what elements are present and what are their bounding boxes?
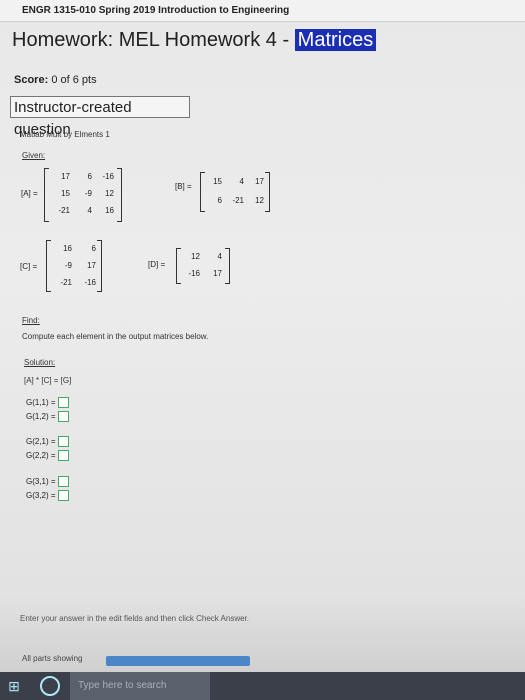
answer-row: G(1,2) =: [26, 411, 69, 422]
windows-logo-icon[interactable]: ⊞: [0, 672, 28, 700]
matrix-c-cell: -21: [60, 278, 72, 287]
answer-row: G(2,1) =: [26, 436, 69, 447]
matrix-d-cell: 12: [191, 252, 200, 261]
answer-input[interactable]: [57, 476, 69, 487]
matrix-d: 12 4 -16 17: [176, 248, 230, 284]
score-value: 0 of 6 pts: [51, 74, 97, 86]
matrix-c-label: [C] =: [20, 262, 38, 271]
progress-fill: [106, 656, 250, 666]
matrix-a-cell: 15: [61, 189, 70, 198]
instruction-text: Enter your answer in the edit fields and…: [20, 614, 250, 623]
matrix-b-cell: 4: [239, 177, 244, 186]
matrix-a-cell: 12: [105, 189, 114, 198]
answer-row: G(1,1) =: [26, 397, 69, 408]
matrix-a-cell: 6: [87, 172, 92, 181]
matrix-b-cell: -21: [232, 196, 244, 205]
solution-label: Solution:: [24, 358, 56, 367]
matrix-d-cell: 17: [213, 269, 222, 278]
matrix-d-cell: -16: [188, 269, 200, 278]
matrix-b-cell: 15: [213, 177, 222, 186]
answer-row: G(3,1) =: [26, 476, 69, 487]
answer-label: G(1,2) =: [26, 412, 56, 421]
matrix-a: 17 6 -16 15 -9 12 -21 4 16: [44, 168, 122, 222]
matrix-d-label: [D] =: [148, 260, 166, 269]
question-type-box: Instructor-created question: [10, 96, 190, 138]
find-label: Find:: [22, 316, 40, 325]
score: Score: 0 of 6 pts: [14, 74, 97, 86]
homework-title-topic: Matrices: [294, 29, 377, 51]
right-bracket-icon: [225, 248, 230, 284]
matrix-d-cell: 4: [217, 252, 222, 261]
homework-title: Homework: MEL Homework 4 - Matrices: [12, 28, 377, 52]
taskbar-search[interactable]: Type here to search: [70, 672, 210, 700]
answer-label: G(2,2) =: [26, 451, 56, 460]
matrix-b: 15 4 17 6 -21 12: [200, 172, 270, 212]
matrix-a-cell: 16: [105, 206, 114, 215]
matrix-c-cell: 16: [63, 244, 72, 253]
matrix-a-cell: 4: [87, 206, 92, 215]
matrix-a-cell: -16: [102, 172, 114, 181]
matrix-c-cell: 17: [87, 261, 96, 270]
homework-page: ENGR 1315-010 Spring 2019 Introduction t…: [0, 0, 525, 700]
answer-input[interactable]: [57, 490, 69, 501]
answer-label: G(2,1) =: [26, 437, 56, 446]
taskbar: ⊞ Type here to search: [0, 672, 525, 700]
matrix-b-cell: 12: [255, 196, 264, 205]
find-text: Compute each element in the output matri…: [22, 332, 209, 341]
parts-label: All parts showing: [22, 654, 83, 663]
answer-input[interactable]: [57, 436, 69, 447]
score-label: Score:: [14, 74, 49, 86]
right-bracket-icon: [97, 240, 102, 292]
matrix-b-cell: 17: [255, 177, 264, 186]
answer-label: G(3,1) =: [26, 477, 56, 486]
answer-row: G(3,2) =: [26, 490, 69, 501]
answer-label: G(1,1) =: [26, 398, 56, 407]
answer-input[interactable]: [57, 450, 69, 461]
matrix-a-cell: 17: [61, 172, 70, 181]
matrix-b-label: [B] =: [175, 182, 192, 191]
answer-input[interactable]: [57, 411, 69, 422]
course-header: ENGR 1315-010 Spring 2019 Introduction t…: [0, 0, 525, 22]
parts-progress-bar: [106, 656, 250, 666]
matrix-a-cell: -9: [84, 189, 92, 198]
matrix-c: 16 6 -9 17 -21 -16: [46, 240, 102, 292]
matrix-c-cell: -16: [84, 278, 96, 287]
matrix-c-cell: -9: [64, 261, 72, 270]
given-label: Given:: [22, 151, 46, 160]
right-bracket-icon: [117, 168, 122, 222]
solution-equation: [A] * [C] = [G]: [24, 376, 72, 385]
homework-title-prefix: Homework: MEL Homework 4 -: [12, 29, 290, 51]
matrix-a-label: [A] =: [21, 189, 38, 198]
right-bracket-icon: [265, 172, 270, 212]
answer-input[interactable]: [57, 397, 69, 408]
problem-name: Matlab Mult by Elments 1: [20, 130, 110, 139]
answer-label: G(3,2) =: [26, 491, 56, 500]
matrix-c-cell: 6: [91, 244, 96, 253]
cortana-circle-icon[interactable]: [40, 676, 60, 696]
matrix-a-cell: -21: [58, 206, 70, 215]
matrix-b-cell: 6: [217, 196, 222, 205]
answer-row: G(2,2) =: [26, 450, 69, 461]
